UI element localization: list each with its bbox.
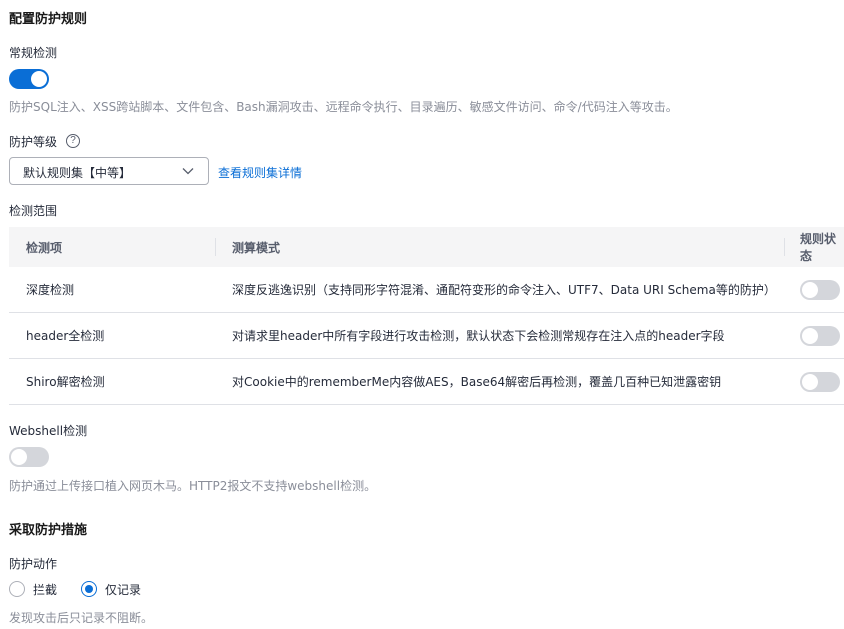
table-row: 深度检测 深度反逃逸识别（支持同形字符混淆、通配符变形的命令注入、UTF7、Da…	[9, 267, 844, 313]
column-header-mode: 测算模式	[215, 227, 784, 267]
detection-scope-table: 检测项 测算模式 规则状态 深度检测 深度反逃逸识别（支持同形字符混淆、通配符变…	[9, 227, 844, 405]
row-status-cell	[784, 358, 844, 405]
action-description: 发现攻击后只记录不阻断。	[9, 611, 154, 625]
detection-scope-label: 检测范围	[9, 204, 58, 218]
regular-detection-description: 防护SQL注入、XSS跨站脚本、文件包含、Bash漏洞攻击、远程命令执行、目录遍…	[9, 100, 678, 114]
table-header-row: 检测项 测算模式 规则状态	[9, 227, 844, 267]
block-radio-label[interactable]: 拦截	[33, 581, 57, 598]
deep-detection-toggle[interactable]	[800, 280, 840, 300]
view-ruleset-details-link[interactable]: 查看规则集详情	[218, 164, 302, 181]
column-header-item: 检测项	[9, 227, 215, 267]
regular-detection-toggle[interactable]	[9, 69, 49, 89]
row-status-cell	[784, 267, 844, 313]
column-separator	[784, 238, 785, 256]
toggle-knob	[802, 328, 818, 344]
protection-level-selected-value: 默认规则集【中等】	[23, 166, 132, 180]
shiro-detection-toggle[interactable]	[800, 372, 840, 392]
row-mode: 对请求里header中所有字段进行攻击检测，默认状态下会检测常规存在注入点的he…	[215, 312, 784, 359]
table-row: header全检测 对请求里header中所有字段进行攻击检测，默认状态下会检测…	[9, 312, 844, 359]
row-mode: 对Cookie中的rememberMe内容做AES，Base64解密后再检测，覆…	[215, 358, 784, 405]
section-title-action: 采取防护措施	[9, 523, 88, 538]
row-status-cell	[784, 312, 844, 359]
row-item: header全检测	[9, 312, 215, 359]
row-mode: 深度反逃逸识别（支持同形字符混淆、通配符变形的命令注入、UTF7、Data UR…	[215, 267, 784, 313]
row-item: 深度检测	[9, 267, 215, 313]
toggle-knob	[31, 71, 47, 87]
webshell-description: 防护通过上传接口植入网页木马。HTTP2报文不支持webshell检测。	[9, 479, 377, 493]
regular-detection-label: 常规检测	[9, 46, 58, 60]
column-header-status: 规则状态	[784, 227, 844, 267]
protection-config-page: 配置防护规则 常规检测 防护SQL注入、XSS跨站脚本、文件包含、Bash漏洞攻…	[0, 0, 844, 629]
protection-action-label: 防护动作	[9, 557, 58, 571]
radio-dot	[85, 585, 93, 593]
toggle-knob	[11, 449, 27, 465]
question-circle-icon[interactable]: ?	[66, 134, 80, 148]
row-item: Shiro解密检测	[9, 358, 215, 405]
block-radio[interactable]	[9, 581, 25, 597]
column-header-mode-text: 测算模式	[232, 240, 281, 255]
log-only-radio-label[interactable]: 仅记录	[105, 581, 141, 598]
webshell-detection-label: Webshell检测	[9, 424, 88, 438]
table-row: Shiro解密检测 对Cookie中的rememberMe内容做AES，Base…	[9, 358, 844, 405]
toggle-knob	[802, 282, 818, 298]
protection-level-select[interactable]: 默认规则集【中等】	[9, 157, 209, 185]
header-detection-toggle[interactable]	[800, 326, 840, 346]
webshell-detection-toggle[interactable]	[9, 447, 49, 467]
column-header-status-text: 规则状态	[800, 232, 837, 263]
toggle-knob	[802, 374, 818, 390]
column-separator	[215, 238, 216, 256]
protection-level-label: 防护等级	[9, 135, 58, 149]
section-title-config: 配置防护规则	[9, 12, 88, 27]
chevron-down-icon	[182, 168, 194, 175]
log-only-radio[interactable]	[81, 581, 97, 597]
